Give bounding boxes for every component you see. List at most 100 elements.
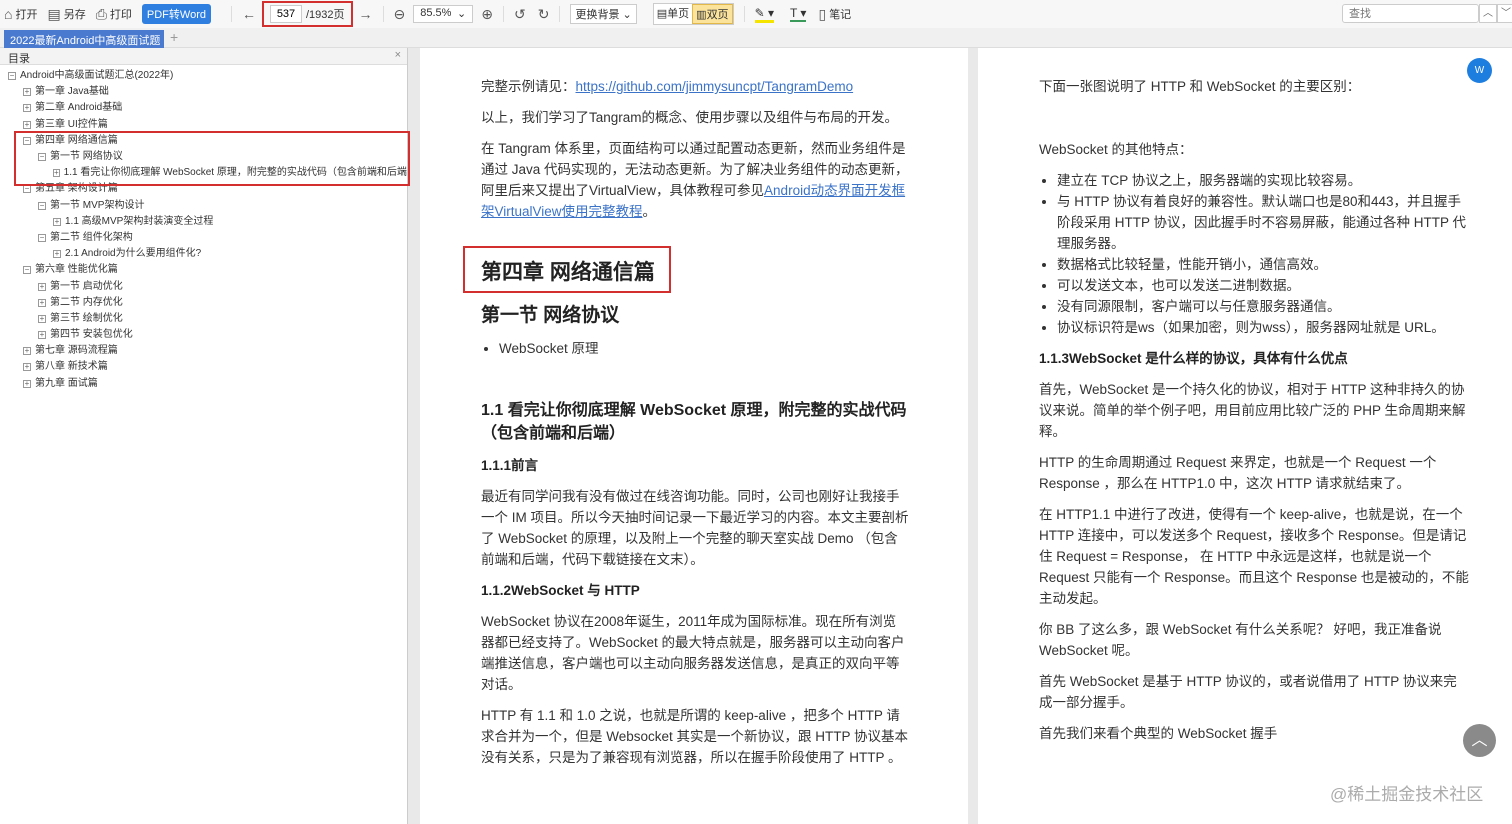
note-icon: ▯	[818, 6, 826, 23]
search-next-button[interactable]: ﹀	[1497, 4, 1512, 23]
outline-item-label: Android中高级面试题汇总(2022年)	[20, 68, 173, 84]
text-color-icon[interactable]: T ▾	[790, 6, 806, 22]
paragraph: 完整示例请见：https://github.com/jimmysuncpt/Ta…	[481, 76, 909, 97]
bullet-item: 数据格式比较轻量，性能开销小，通信高效。	[1057, 254, 1469, 275]
collapse-icon[interactable]: −	[23, 185, 31, 193]
outline-item[interactable]: −第一节 MVP架构设计	[0, 198, 407, 214]
divider	[559, 6, 560, 22]
bullet-item: 可以发送文本，也可以发送二进制数据。	[1057, 275, 1469, 296]
expand-icon[interactable]: +	[23, 380, 31, 388]
outline-item[interactable]: +1.1 高级MVP架构封装演变全过程	[0, 214, 407, 230]
divider	[744, 6, 745, 22]
expand-icon[interactable]: +	[38, 315, 46, 323]
outline-item[interactable]: + 第三节 绘制优化	[0, 311, 407, 327]
outline-item[interactable]: +第一节 启动优化	[0, 278, 407, 294]
toolbar: ⌂打开 ▤另存 ⎙打印 PDF转Word ← /1932页 → ⊖ 85.5%⌄…	[0, 0, 1512, 28]
bullet-item: 建立在 TCP 协议之上，服务器端的实现比较容易。	[1057, 170, 1469, 191]
outline-item-label: 第八章 新技术篇	[35, 359, 108, 375]
github-link[interactable]: https://github.com/jimmysuncpt/TangramDe…	[576, 79, 854, 94]
bullet-item: 没有同源限制，客户端可以与任意服务器通信。	[1057, 296, 1469, 317]
paragraph: 首先，WebSocket 是一个持久化的协议，相对于 HTTP 这种非持久的协议…	[1039, 379, 1469, 442]
divider	[231, 6, 232, 22]
paragraph: 下面一张图说明了 HTTP 和 WebSocket 的主要区别：	[1039, 76, 1469, 97]
close-tab-icon[interactable]: ×	[163, 35, 164, 47]
outline-item[interactable]: +第二章 Android基础	[0, 100, 407, 116]
convert-word-icon[interactable]: W	[1467, 58, 1492, 83]
outline-item-label: 第三节 绘制优化	[50, 311, 123, 327]
view-mode-group: ▤单页 ▥双页	[653, 3, 734, 25]
expand-icon[interactable]: +	[23, 121, 31, 129]
outline-item[interactable]: + 第八章 新技术篇	[0, 359, 407, 375]
expand-icon[interactable]: +	[23, 104, 31, 112]
scroll-top-button[interactable]: ︿	[1463, 724, 1496, 757]
expand-icon[interactable]: +	[53, 250, 61, 258]
subheading: 1.1.1前言	[481, 455, 909, 476]
expand-icon[interactable]: +	[38, 299, 46, 307]
expand-icon[interactable]: +	[38, 283, 46, 291]
expand-icon[interactable]: +	[38, 331, 46, 339]
prev-page-icon[interactable]: ←	[242, 6, 256, 22]
double-page-button[interactable]: ▥双页	[692, 4, 732, 24]
chapter-highlight: 第四章 网络通信篇	[463, 246, 671, 293]
outline-item[interactable]: +第一章 Java基础	[0, 84, 407, 100]
outline-item-label: 第六章 性能优化篇	[35, 262, 118, 278]
paragraph: WebSocket 协议在2008年诞生，2011年成为国际标准。现在所有浏览器…	[481, 611, 909, 695]
paragraph: 在 HTTP1.1 中进行了改进，使得有一个 keep-alive，也就是说，在…	[1039, 504, 1469, 609]
outline-item-label: 第二节 内存优化	[50, 295, 123, 311]
collapse-icon[interactable]: −	[38, 234, 46, 242]
bullet-item: WebSocket 原理	[499, 338, 909, 359]
open-button[interactable]: ⌂打开	[4, 6, 37, 22]
zoom-out-icon[interactable]: ⊖	[394, 6, 406, 23]
outline-item[interactable]: −Android中高级面试题汇总(2022年)	[0, 68, 407, 84]
outline-item-label: 第九章 面试篇	[35, 376, 98, 392]
bullet-item: 协议标识符是ws（如果加密，则为wss），服务器网址就是 URL。	[1057, 317, 1469, 338]
highlighter-icon[interactable]: ✎ ▾	[755, 6, 774, 23]
expand-icon[interactable]: +	[23, 363, 31, 371]
outline-item[interactable]: + 第二节 内存优化	[0, 295, 407, 311]
page-navigator: /1932页	[262, 1, 353, 27]
zoom-in-icon[interactable]: ⊕	[481, 6, 493, 23]
highlight-box	[14, 131, 410, 186]
outline-item-label: 1.1 高级MVP架构封装演变全过程	[65, 214, 213, 230]
search-input[interactable]	[1342, 4, 1479, 23]
rotate-right-icon[interactable]: ↻	[538, 6, 550, 23]
outline-item[interactable]: +第四节 安装包优化	[0, 327, 407, 343]
paragraph: HTTP 的生命周期通过 Request 来界定，也就是一个 Request 一…	[1039, 452, 1469, 494]
next-page-icon[interactable]: →	[359, 6, 373, 22]
print-button[interactable]: ⎙打印	[96, 6, 132, 23]
outline-item[interactable]: +第七章 源码流程篇	[0, 343, 407, 359]
feature-list: 建立在 TCP 协议之上，服务器端的实现比较容易。与 HTTP 协议有着良好的兼…	[1039, 170, 1469, 338]
note-button[interactable]: ▯笔记	[818, 6, 851, 23]
zoom-select[interactable]: 85.5%⌄	[413, 5, 473, 23]
outline-item[interactable]: + 第九章 面试篇	[0, 376, 407, 392]
collapse-icon[interactable]: −	[23, 266, 31, 274]
rotate-left-icon[interactable]: ↺	[514, 6, 526, 23]
search-prev-button[interactable]: ︿	[1479, 4, 1497, 23]
collapse-icon[interactable]: −	[8, 72, 16, 80]
collapse-icon[interactable]: −	[38, 202, 46, 210]
page-right: 下面一张图说明了 HTTP 和 WebSocket 的主要区别： WebSock…	[978, 48, 1512, 824]
save-as-button[interactable]: ▤另存	[47, 6, 85, 23]
outline-item[interactable]: −第六章 性能优化篇	[0, 262, 407, 278]
tab-bar: 2022最新Android中高级面试题 × +	[0, 28, 1512, 48]
paragraph: 首先我们来看个典型的 WebSocket 握手	[1039, 723, 1469, 744]
paragraph: 以上，我们学习了Tangram的概念、使用步骤以及组件与布局的开发。	[481, 107, 909, 128]
printer-icon: ⎙	[96, 6, 107, 23]
expand-icon[interactable]: +	[23, 88, 31, 96]
paragraph: 你 BB 了这么多，跟 WebSocket 有什么关系呢？ 好吧，我正准备说 W…	[1039, 619, 1469, 661]
outline-item-label: 2.1 Android为什么要用组件化?	[65, 246, 201, 262]
tab-document[interactable]: 2022最新Android中高级面试题 ×	[4, 30, 164, 48]
expand-icon[interactable]: +	[23, 347, 31, 355]
single-page-button[interactable]: ▤单页	[654, 4, 692, 24]
save-icon: ▤	[47, 6, 60, 23]
article-title: 1.1 看完让你彻底理解 WebSocket 原理，附完整的实战代码（包含前端和…	[481, 399, 909, 445]
background-select[interactable]: 更换背景 ⌄	[570, 4, 636, 24]
close-icon[interactable]: ×	[395, 49, 401, 61]
paragraph: HTTP 有 1.1 和 1.0 之说，也就是所谓的 keep-alive ，把…	[481, 705, 909, 768]
outline-item[interactable]: −第二节 组件化架构	[0, 230, 407, 246]
pdf-to-word-button[interactable]: PDF转Word	[142, 4, 211, 24]
add-tab-icon[interactable]: +	[170, 29, 178, 45]
outline-item[interactable]: +2.1 Android为什么要用组件化?	[0, 246, 407, 262]
page-number-input[interactable]	[270, 5, 302, 23]
expand-icon[interactable]: +	[53, 218, 61, 226]
